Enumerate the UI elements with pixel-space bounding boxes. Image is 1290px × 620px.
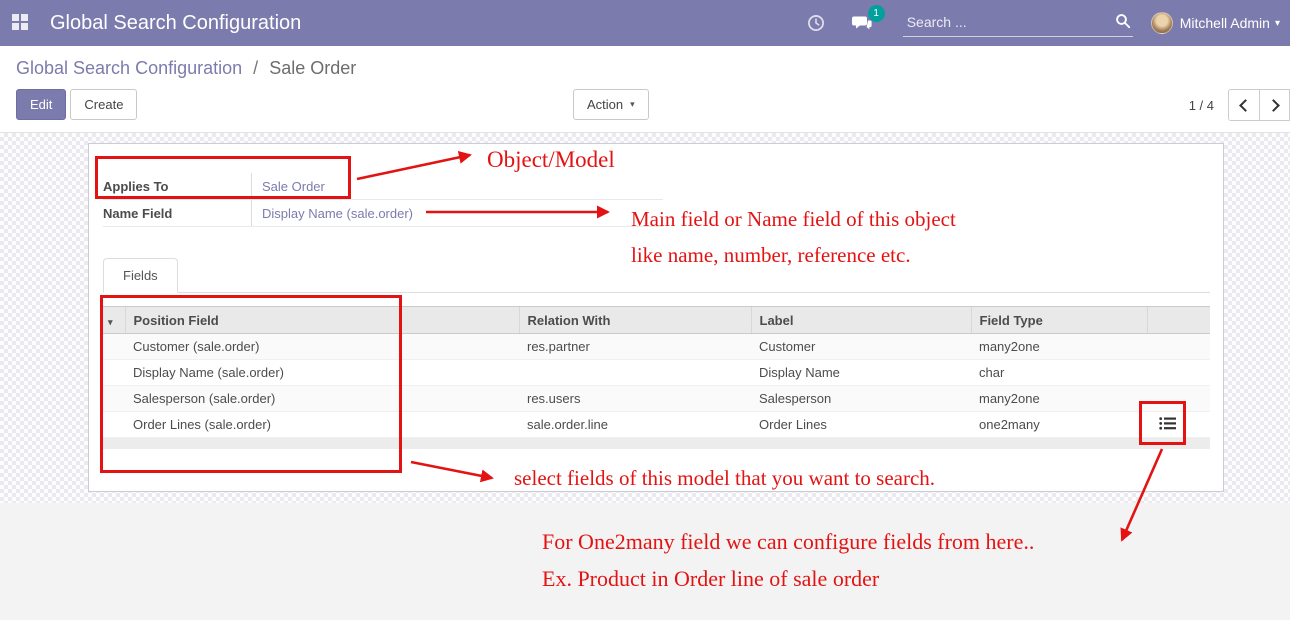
name-field-value[interactable]: Display Name (sale.order) xyxy=(251,200,663,226)
cell-field-type: many2one xyxy=(971,334,1147,360)
cell-field-type: many2one xyxy=(971,386,1147,412)
cell-position-field: Salesperson (sale.order) xyxy=(125,386,519,412)
table-row[interactable]: Order Lines (sale.order) sale.order.line… xyxy=(103,412,1210,438)
create-button[interactable]: Create xyxy=(70,89,137,120)
cell-label: Order Lines xyxy=(751,412,971,438)
action-dropdown-button[interactable]: Action ▾ xyxy=(573,89,649,120)
cell-position-field: Display Name (sale.order) xyxy=(125,360,519,386)
pager-count: 1 / 4 xyxy=(1189,98,1214,113)
col-header-empty xyxy=(1147,307,1210,334)
table-header-row: ▾ Position Field Relation With Label Fie… xyxy=(103,307,1210,334)
form-sheet: Applies To Sale Order Name Field Display… xyxy=(88,143,1224,492)
cell-relation-with: sale.order.line xyxy=(519,412,751,438)
cell-relation-with: res.partner xyxy=(519,334,751,360)
name-field-label: Name Field xyxy=(103,206,251,221)
messages-count-badge: 1 xyxy=(868,5,885,22)
chevron-right-icon xyxy=(1267,99,1280,112)
apps-menu-icon[interactable] xyxy=(12,14,30,32)
table-row[interactable]: Customer (sale.order) res.partner Custom… xyxy=(103,334,1210,360)
messages-icon[interactable]: 1 xyxy=(845,14,879,32)
cell-relation-with: res.users xyxy=(519,386,751,412)
one2many-config-list-icon[interactable] xyxy=(1159,416,1176,431)
activities-clock-icon[interactable] xyxy=(799,14,833,32)
action-label: Action xyxy=(587,97,623,112)
edit-button[interactable]: Edit xyxy=(16,89,66,120)
annotation-one2many-line2: Ex. Product in Order line of sale order xyxy=(542,560,1034,597)
cell-position-field: Customer (sale.order) xyxy=(125,334,519,360)
table-row[interactable]: Salesperson (sale.order) res.users Sales… xyxy=(103,386,1210,412)
user-avatar[interactable] xyxy=(1151,12,1173,34)
breadcrumb: Global Search Configuration / Sale Order xyxy=(16,58,356,79)
table-footer-strip xyxy=(103,438,1210,449)
global-search-input[interactable] xyxy=(903,10,1133,37)
pager-previous-button[interactable] xyxy=(1229,90,1259,120)
breadcrumb-parent-link[interactable]: Global Search Configuration xyxy=(16,58,242,78)
cell-label: Salesperson xyxy=(751,386,971,412)
field-row-name-field: Name Field Display Name (sale.order) xyxy=(103,200,663,227)
applies-to-label: Applies To xyxy=(103,179,251,194)
breadcrumb-current: Sale Order xyxy=(269,58,356,78)
form-view-background: Applies To Sale Order Name Field Display… xyxy=(0,133,1290,503)
pager-next-button[interactable] xyxy=(1259,90,1289,120)
user-menu-caret-icon[interactable]: ▾ xyxy=(1275,18,1280,29)
action-caret-icon: ▾ xyxy=(630,99,635,110)
user-menu[interactable]: Mitchell Admin xyxy=(1180,15,1270,31)
control-panel: Global Search Configuration / Sale Order… xyxy=(0,46,1290,133)
col-header-position-field[interactable]: Position Field xyxy=(125,307,519,334)
annotation-one2many-line1: For One2many field we can configure fiel… xyxy=(542,523,1034,560)
field-row-applies-to: Applies To Sale Order xyxy=(103,173,663,200)
table-row[interactable]: Display Name (sale.order) Display Name c… xyxy=(103,360,1210,386)
search-icon[interactable] xyxy=(1115,13,1131,34)
col-header-label[interactable]: Label xyxy=(751,307,971,334)
chevron-left-icon xyxy=(1239,99,1252,112)
top-navbar: Global Search Configuration 1 xyxy=(0,0,1290,46)
col-header-field-type[interactable]: Field Type xyxy=(971,307,1147,334)
tab-fields[interactable]: Fields xyxy=(103,258,178,293)
notebook-tabs: Fields xyxy=(103,259,1210,293)
col-header-relation-with[interactable]: Relation With xyxy=(519,307,751,334)
expand-caret-icon[interactable]: ▾ xyxy=(108,317,113,327)
cell-label: Display Name xyxy=(751,360,971,386)
applies-to-value[interactable]: Sale Order xyxy=(251,173,663,199)
app-title: Global Search Configuration xyxy=(50,12,301,35)
cell-position-field: Order Lines (sale.order) xyxy=(125,412,519,438)
cell-label: Customer xyxy=(751,334,971,360)
annotation-one2many: For One2many field we can configure fiel… xyxy=(542,523,1034,597)
cell-relation-with xyxy=(519,360,751,386)
fields-table: ▾ Position Field Relation With Label Fie… xyxy=(103,306,1210,449)
cell-field-type: one2many xyxy=(971,412,1147,438)
field-group: Applies To Sale Order Name Field Display… xyxy=(103,173,663,227)
breadcrumb-separator: / xyxy=(253,58,258,78)
cell-field-type: char xyxy=(971,360,1147,386)
